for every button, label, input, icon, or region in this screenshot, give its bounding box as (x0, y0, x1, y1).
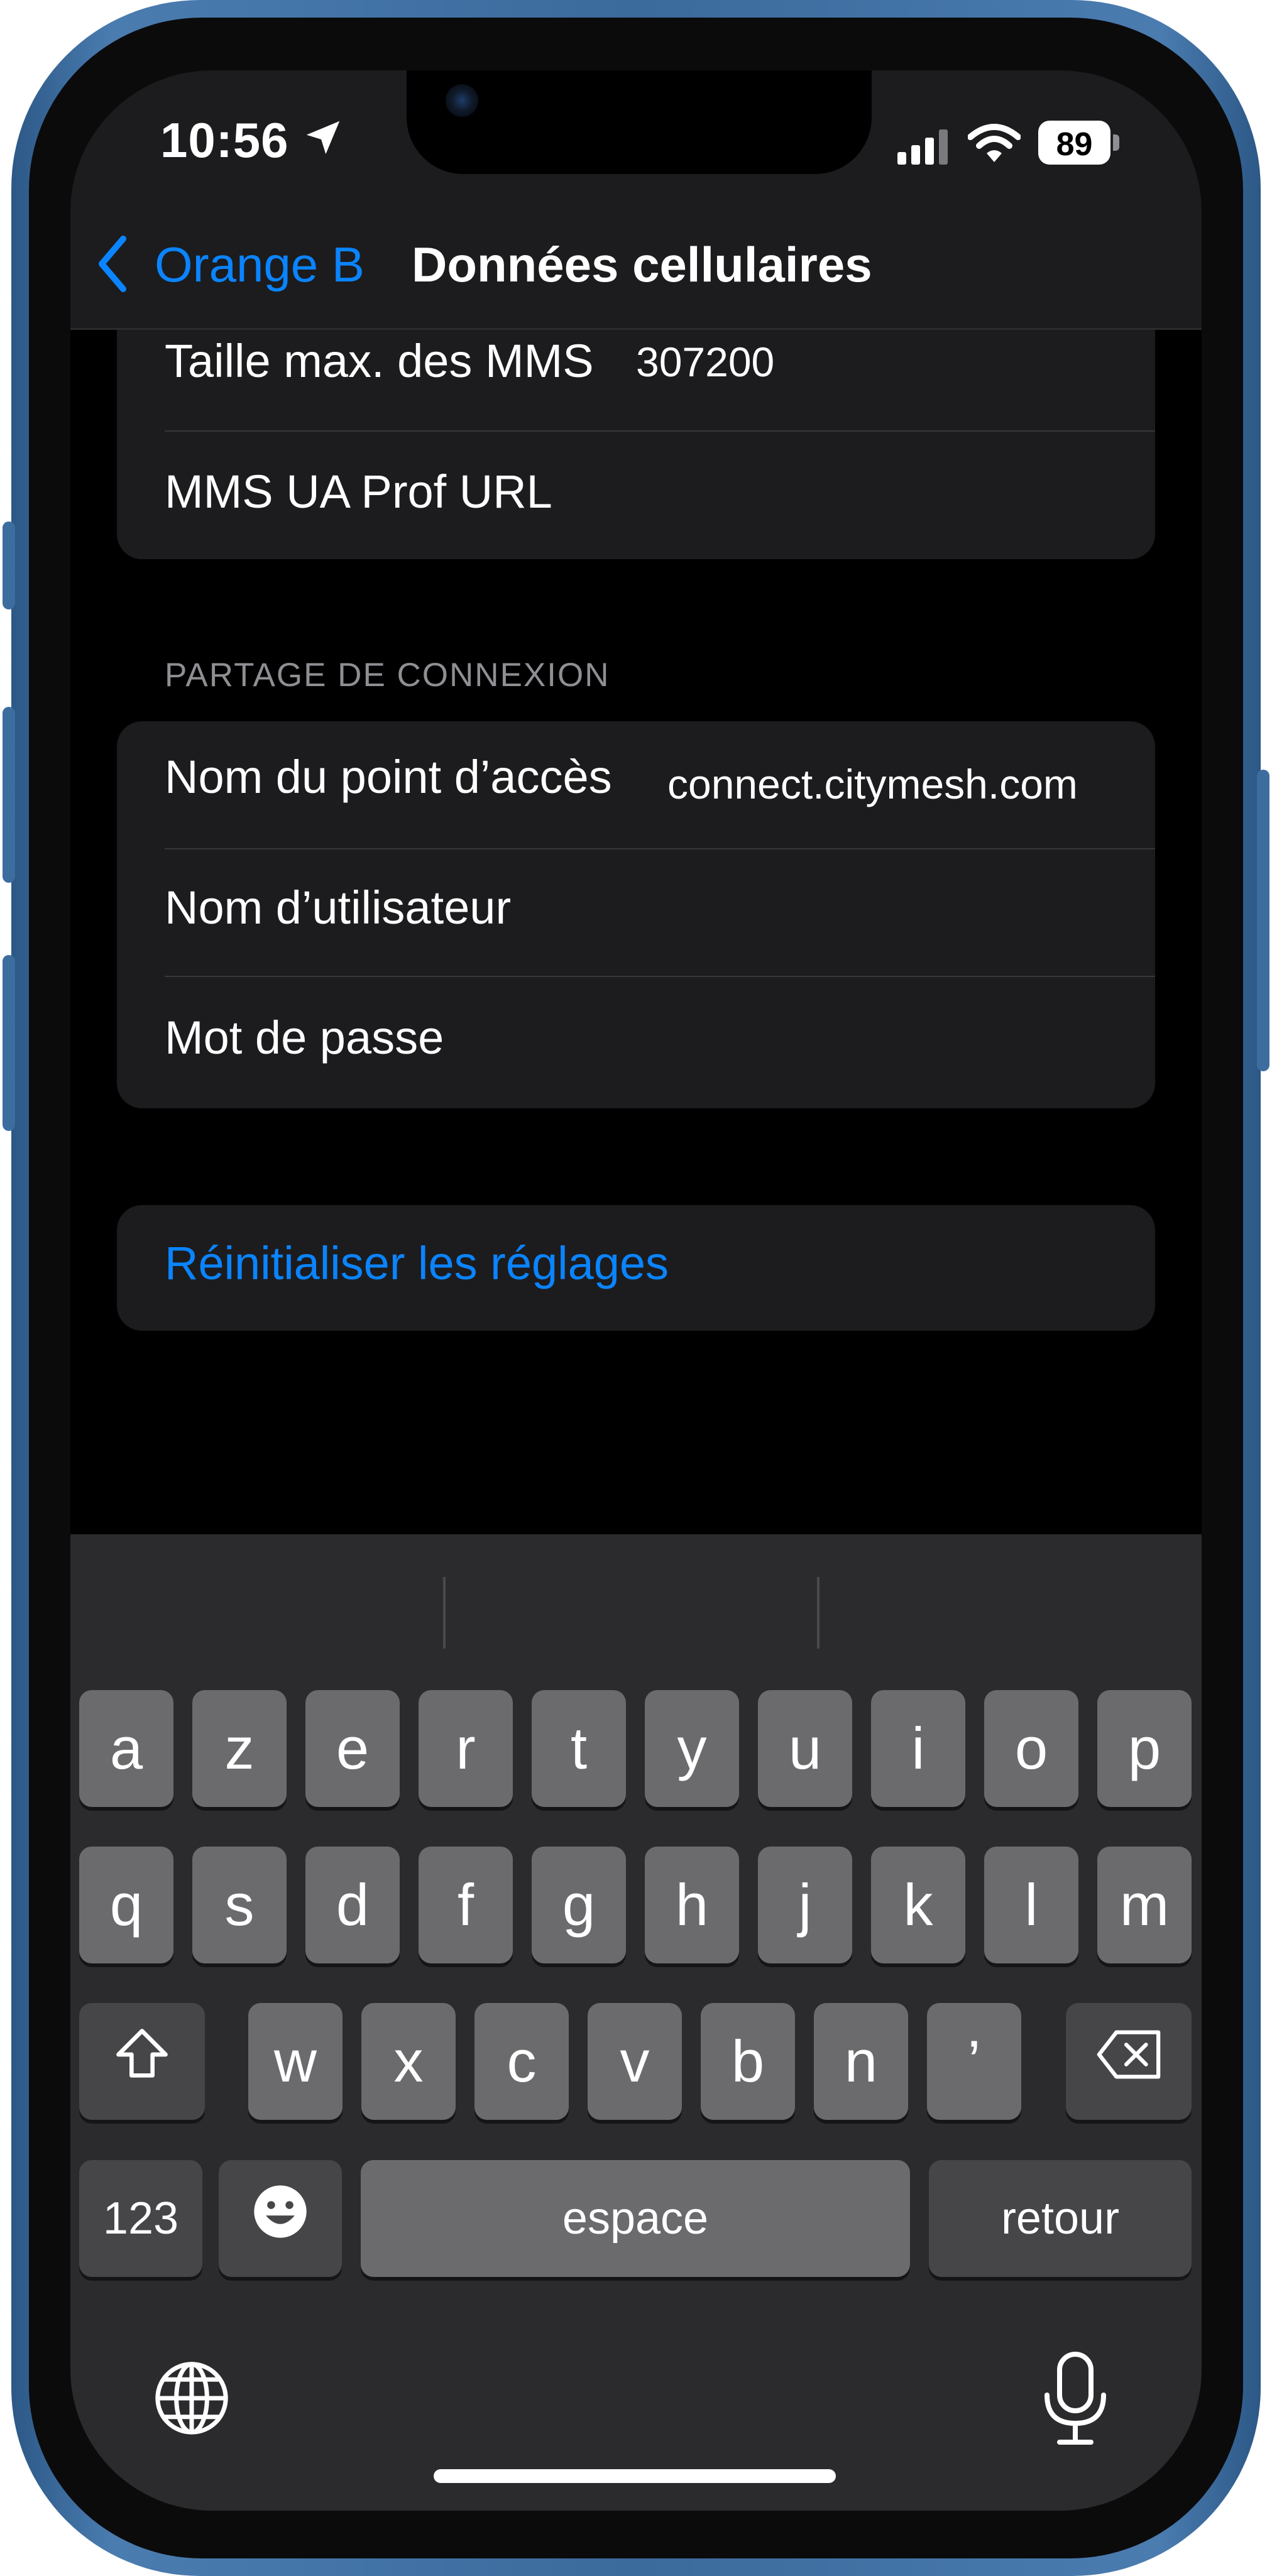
page-title: Données cellulaires (412, 237, 872, 292)
volume-up-button (3, 707, 15, 883)
side-button (1257, 770, 1269, 1071)
predictive-bar-divider (443, 1577, 446, 1649)
battery-icon: 89 (1038, 121, 1120, 165)
emoji-icon (249, 2180, 312, 2257)
navigation-bar-bottom (70, 305, 1202, 330)
location-arrow-icon (301, 116, 345, 160)
key-t[interactable]: t (532, 1690, 626, 1807)
key-x[interactable]: x (361, 2003, 456, 2120)
password-field[interactable] (667, 985, 1145, 1098)
key-f[interactable]: f (419, 1847, 513, 1963)
key-g[interactable]: g (532, 1847, 626, 1963)
delete-icon (1094, 2026, 1163, 2097)
key-r[interactable]: r (419, 1690, 513, 1807)
mms-ua-prof-url-label: MMS UA Prof URL (165, 466, 552, 518)
action-button (3, 521, 15, 609)
divider (165, 430, 1155, 432)
shift-key[interactable] (79, 2003, 205, 2120)
key-k[interactable]: k (871, 1847, 965, 1963)
key-e[interactable]: e (305, 1690, 400, 1807)
key-y[interactable]: y (645, 1690, 739, 1807)
delete-key[interactable] (1066, 2003, 1192, 2120)
mms-ua-prof-url-field[interactable] (636, 441, 1139, 548)
key-d[interactable]: d (305, 1847, 400, 1963)
front-camera (446, 84, 478, 117)
username-label: Nom d’utilisateur (165, 881, 512, 934)
key-v[interactable]: v (588, 2003, 682, 2120)
divider (165, 976, 1155, 977)
key-i[interactable]: i (871, 1690, 965, 1807)
key-u[interactable]: u (758, 1690, 852, 1807)
key-l[interactable]: l (984, 1847, 1078, 1963)
screen: 10:56 89 Orange B Données cellulaires Ta… (70, 70, 1202, 2511)
apn-label: Nom du point d’accès (165, 751, 612, 803)
apn-field[interactable]: connect.citymesh.com (667, 760, 1078, 808)
back-button[interactable]: Orange B (155, 236, 365, 293)
key-j[interactable]: j (758, 1847, 852, 1963)
microphone-icon[interactable] (1041, 2351, 1110, 2445)
battery-level: 89 (1056, 126, 1093, 163)
key-z[interactable]: z (192, 1690, 287, 1807)
key-a[interactable]: a (79, 1690, 173, 1807)
volume-down-button (3, 955, 15, 1131)
key-p[interactable]: p (1097, 1690, 1192, 1807)
shift-icon (111, 2023, 173, 2100)
status-time: 10:56 (160, 112, 289, 168)
password-label: Mot de passe (165, 1012, 444, 1064)
key-n[interactable]: n (814, 2003, 908, 2120)
predictive-bar-divider (817, 1577, 820, 1649)
hotspot-section-header: PARTAGE DE CONNEXION (165, 657, 610, 694)
return-key[interactable]: retour (929, 2160, 1192, 2277)
numbers-key[interactable]: 123 (79, 2160, 202, 2277)
space-key[interactable]: espace (361, 2160, 910, 2277)
mms-max-size-label: Taille max. des MMS (165, 335, 594, 387)
home-indicator[interactable] (434, 2469, 836, 2483)
key-c[interactable]: c (474, 2003, 569, 2120)
globe-icon[interactable] (151, 2357, 233, 2439)
key-w[interactable]: w (248, 2003, 343, 2120)
key-o[interactable]: o (984, 1690, 1078, 1807)
key-b[interactable]: b (701, 2003, 795, 2120)
username-field[interactable] (667, 856, 1145, 969)
chevron-left-icon[interactable] (94, 232, 132, 295)
key-h[interactable]: h (645, 1847, 739, 1963)
reset-settings-label: Réinitialiser les réglages (165, 1237, 669, 1289)
key-m[interactable]: m (1097, 1847, 1192, 1963)
mms-max-size-field[interactable]: 307200 (636, 338, 774, 386)
key-apostrophe[interactable]: ’ (927, 2003, 1021, 2120)
dynamic-island (407, 70, 872, 174)
navigation-bar-separator (70, 328, 1202, 330)
key-s[interactable]: s (192, 1847, 287, 1963)
wifi-icon (967, 122, 1021, 166)
cellular-signal-icon (897, 128, 954, 166)
emoji-key[interactable] (219, 2160, 342, 2277)
key-q[interactable]: q (79, 1847, 173, 1963)
divider (165, 848, 1155, 849)
